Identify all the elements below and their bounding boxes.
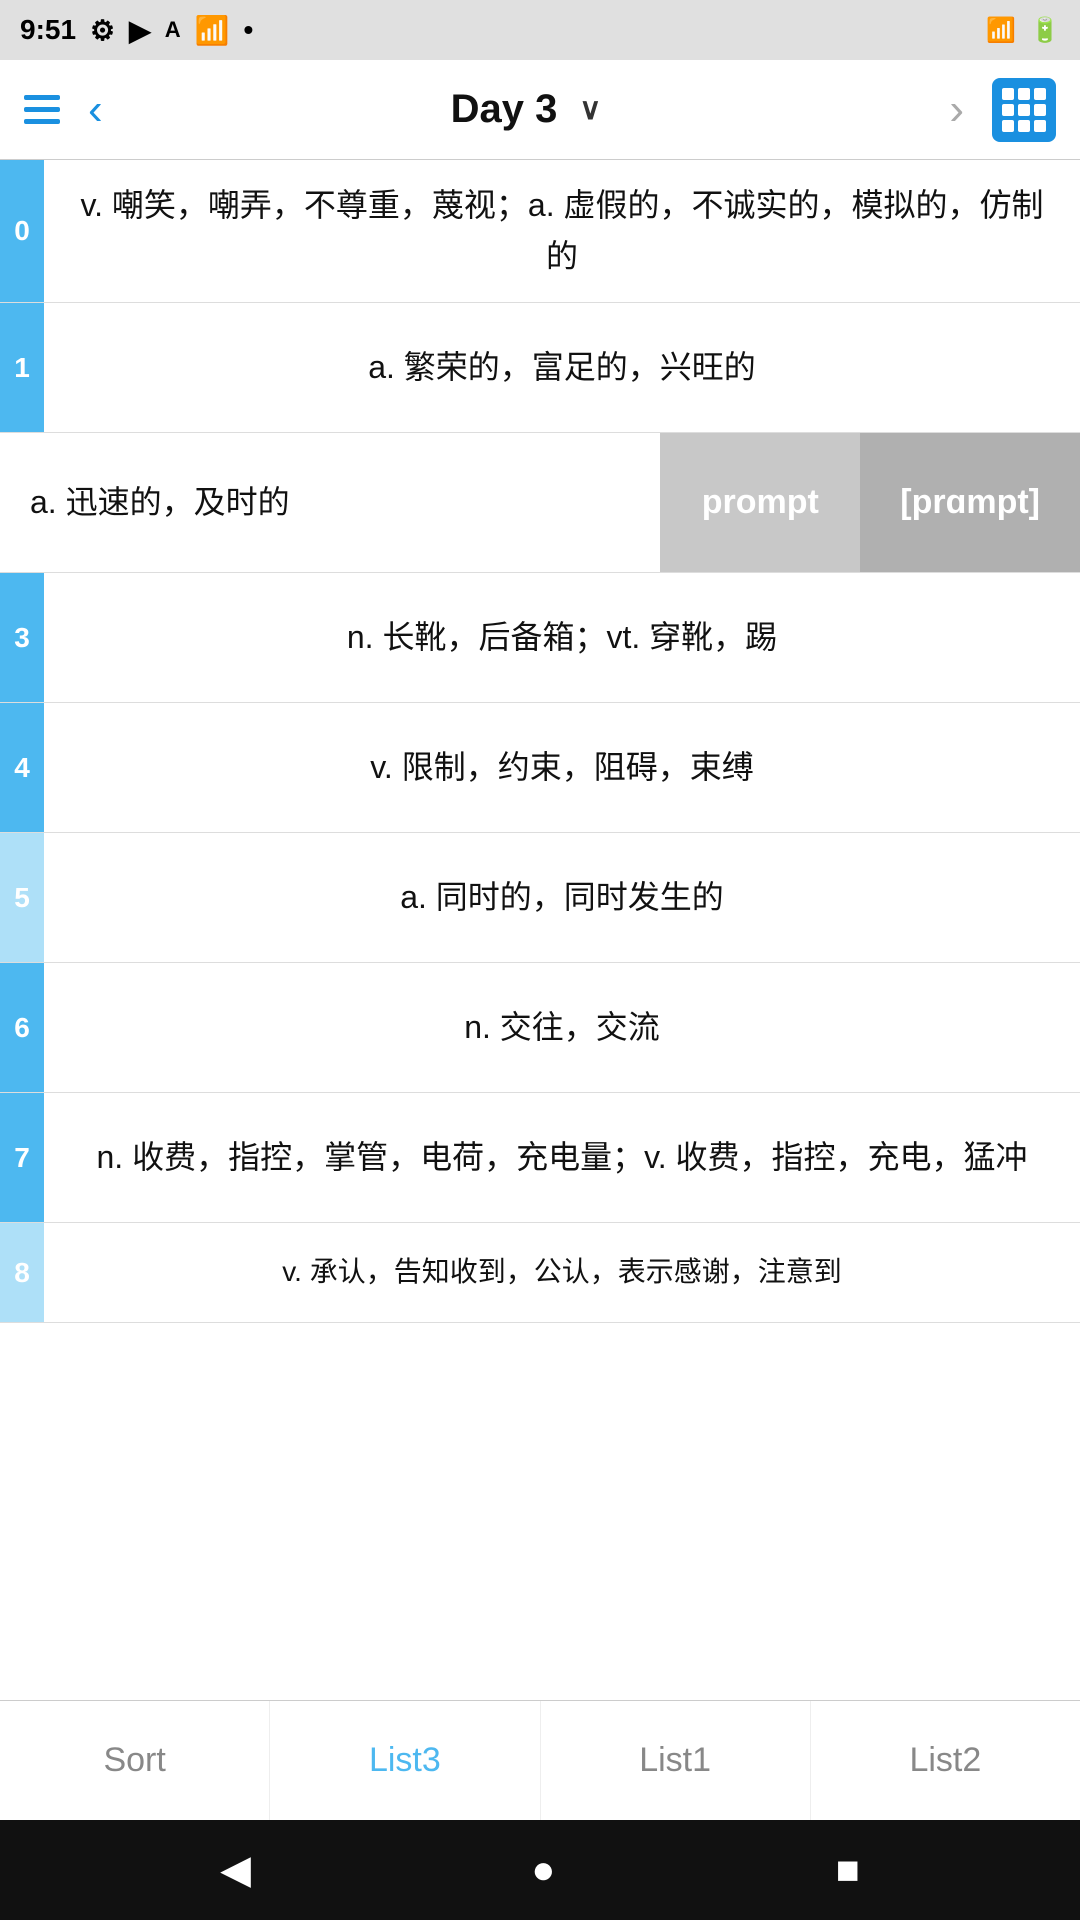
row-index: 0 [0, 160, 44, 302]
vocab-row[interactable]: 1 a. 繁荣的，富足的，兴旺的 [0, 303, 1080, 433]
vocab-row[interactable]: 8 v. 承认，告知收到，公认，表示感谢，注意到 [0, 1223, 1080, 1323]
wifi-icon: 📶 [195, 14, 230, 47]
vocab-row[interactable]: 6 n. 交往，交流 [0, 963, 1080, 1093]
tab-sort-label: Sort [103, 1741, 165, 1780]
row-definition: a. 繁荣的，富足的，兴旺的 [44, 303, 1080, 432]
play-icon: ▶ [129, 14, 151, 47]
tab-list1-label: List1 [639, 1741, 711, 1780]
overlay-phonetic: [prɑmpt] [860, 433, 1080, 572]
row-index: 4 [0, 703, 44, 832]
android-nav-bar: ◀ ● ■ [0, 1820, 1080, 1920]
overlay-word: prompt [660, 433, 860, 572]
tab-sort[interactable]: Sort [0, 1701, 270, 1820]
row-index: 1 [0, 303, 44, 432]
row-definition: n. 交往，交流 [44, 963, 1080, 1092]
status-bar: 9:51 ⚙ ▶ A 📶 • 📶 🔋 [0, 0, 1080, 60]
prev-day-button[interactable]: ‹ [80, 88, 111, 132]
nav-bar: ‹ Day 3 ∨ › [0, 60, 1080, 160]
dropdown-icon[interactable]: ∨ [579, 92, 601, 127]
vocab-row[interactable]: 4 v. 限制，约束，阻碍，束缚 [0, 703, 1080, 833]
nav-right: › [941, 78, 1056, 142]
status-time: 9:51 ⚙ ▶ A 📶 • [20, 14, 253, 47]
row-definition: a. 同时的，同时发生的 [44, 833, 1080, 962]
signal-icon: 📶 [986, 16, 1016, 45]
tab-list3[interactable]: List3 [270, 1701, 540, 1820]
time-display: 9:51 [20, 14, 76, 46]
hamburger-button[interactable] [24, 95, 60, 124]
tab-list2-label: List2 [909, 1741, 981, 1780]
vocab-row[interactable]: a. 迅速的，及时的 prompt [prɑmpt] [0, 433, 1080, 573]
vocab-row[interactable]: 0 v. 嘲笑，嘲弄，不尊重，蔑视；a. 虚假的，不诚实的，模拟的，仿制的 [0, 160, 1080, 303]
word-overlay[interactable]: prompt [prɑmpt] [660, 433, 1080, 572]
row-index: 6 [0, 963, 44, 1092]
nav-left: ‹ [24, 88, 111, 132]
text-icon: A [165, 17, 181, 43]
android-back-button[interactable]: ◀ [220, 1847, 251, 1893]
row-definition: v. 限制，约束，阻碍，束缚 [44, 703, 1080, 832]
next-day-button[interactable]: › [941, 88, 972, 132]
vocab-list: 0 v. 嘲笑，嘲弄，不尊重，蔑视；a. 虚假的，不诚实的，模拟的，仿制的 1 … [0, 160, 1080, 1700]
tab-list3-label: List3 [369, 1741, 441, 1780]
android-recent-button[interactable]: ■ [836, 1848, 860, 1893]
vocab-row[interactable]: 7 n. 收费，指控，掌管，电荷，充电量；v. 收费，指控，充电，猛冲 [0, 1093, 1080, 1223]
row-index: 8 [0, 1223, 44, 1322]
row-index: 3 [0, 573, 44, 702]
battery-icon: 🔋 [1030, 16, 1060, 45]
bottom-tab-bar: Sort List3 List1 List2 [0, 1700, 1080, 1820]
status-right-icons: 📶 🔋 [986, 16, 1060, 45]
android-home-button[interactable]: ● [531, 1848, 555, 1893]
row-index: 7 [0, 1093, 44, 1222]
grid-view-button[interactable] [992, 78, 1056, 142]
day-title: Day 3 [451, 87, 558, 132]
row-definition: n. 长靴，后备箱；vt. 穿靴，踢 [44, 573, 1080, 702]
row-definition: n. 收费，指控，掌管，电荷，充电量；v. 收费，指控，充电，猛冲 [44, 1093, 1080, 1222]
dot-icon: • [243, 14, 253, 46]
settings-icon: ⚙ [90, 14, 115, 47]
tab-list1[interactable]: List1 [541, 1701, 811, 1820]
vocab-row[interactable]: 3 n. 长靴，后备箱；vt. 穿靴，踢 [0, 573, 1080, 703]
row-index: 5 [0, 833, 44, 962]
nav-center: Day 3 ∨ [451, 87, 602, 132]
tab-list2[interactable]: List2 [811, 1701, 1080, 1820]
vocab-row[interactable]: 5 a. 同时的，同时发生的 [0, 833, 1080, 963]
row-definition: v. 嘲笑，嘲弄，不尊重，蔑视；a. 虚假的，不诚实的，模拟的，仿制的 [44, 160, 1080, 302]
row-definition: v. 承认，告知收到，公认，表示感谢，注意到 [44, 1223, 1080, 1322]
